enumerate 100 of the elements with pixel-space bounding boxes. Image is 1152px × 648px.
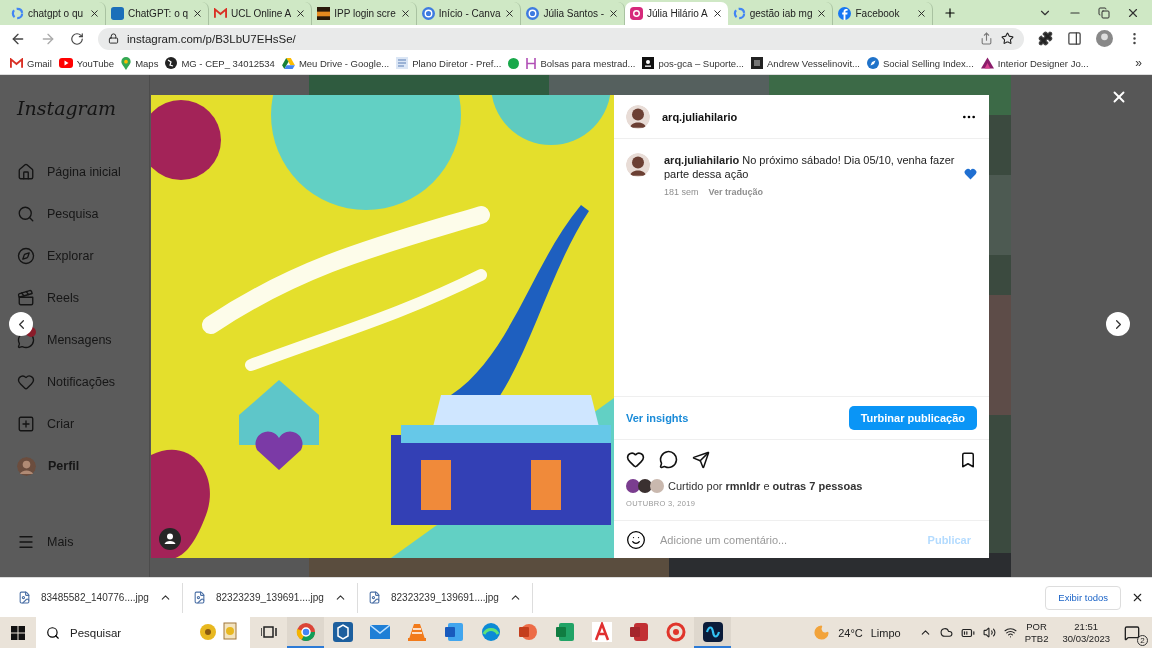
clock-time[interactable]: 21:51 — [1074, 620, 1099, 633]
download-item[interactable]: 82323239_139691....jpg — [358, 582, 533, 613]
restore-icon[interactable] — [1098, 6, 1110, 19]
reload-icon[interactable] — [70, 31, 84, 46]
wifi-icon[interactable] — [1003, 626, 1017, 639]
ring-icon — [732, 7, 746, 20]
ring-icon — [11, 7, 24, 20]
search-icon — [17, 205, 35, 223]
bookmark[interactable]: Meu Drive - Google... — [281, 57, 390, 69]
home-icon — [17, 163, 35, 181]
close-icon[interactable] — [399, 8, 411, 19]
more-bookmarks[interactable]: » — [1135, 56, 1142, 70]
download-item[interactable]: 83485582_140776....jpg — [8, 582, 183, 613]
cloud-icon[interactable] — [939, 626, 953, 639]
notifications-icon[interactable] — [1124, 624, 1140, 641]
close-icon[interactable] — [192, 8, 204, 19]
star-icon[interactable] — [1001, 32, 1014, 45]
play-icon — [58, 58, 73, 68]
file-icon — [193, 591, 206, 604]
file-icon — [368, 591, 381, 604]
share-icon[interactable] — [980, 32, 993, 45]
file-name: 82323239_139691....jpg — [391, 592, 499, 603]
close-icon[interactable] — [504, 8, 516, 19]
square-icon — [751, 57, 763, 69]
bookmark[interactable]: Plano Diretor - Pref... — [396, 57, 502, 69]
compass-icon — [866, 57, 879, 69]
browser-tab[interactable]: gestão iab mg — [727, 2, 834, 25]
camera-icon — [630, 7, 644, 20]
new-tab-icon[interactable] — [943, 6, 958, 20]
close-icon[interactable] — [816, 8, 828, 19]
bars-icon — [526, 57, 537, 69]
close-icon[interactable] — [295, 8, 307, 19]
circle-icon — [838, 7, 852, 20]
lock-icon — [108, 33, 119, 44]
bookmark[interactable]: Interior Designer Jo... — [980, 57, 1089, 69]
tile-icon — [317, 7, 331, 20]
slides-icon[interactable] — [517, 621, 538, 642]
document-icon[interactable] — [443, 621, 464, 642]
plus-square-icon — [17, 415, 35, 433]
bookmark[interactable]: Bolsas para mestrad... — [526, 57, 636, 69]
browser-tab[interactable]: Júlia Santos - — [521, 2, 626, 25]
circle-icon — [508, 57, 520, 69]
notification-count: 2 — [1137, 634, 1148, 646]
keyboard-layout[interactable]: PTB2 — [1024, 632, 1049, 645]
browser-tab[interactable]: chatgpt o qu — [6, 2, 106, 25]
mail-icon — [214, 8, 228, 19]
close-icon[interactable] — [89, 8, 100, 19]
close-icon[interactable] — [608, 8, 620, 19]
next-button[interactable] — [1106, 312, 1130, 336]
browser-tab[interactable]: ChatGPT: o q — [106, 2, 210, 25]
menu-icon — [17, 533, 35, 551]
envelope-icon[interactable] — [369, 621, 390, 642]
bookmark[interactable]: Gmail — [10, 57, 52, 69]
browser-tab[interactable]: IPP login scre — [312, 2, 417, 25]
pin-icon — [121, 56, 132, 70]
close-icon[interactable] — [916, 8, 928, 19]
browser-tab[interactable]: UCL Online A — [209, 2, 313, 25]
temperature: 24°C — [838, 626, 863, 639]
close-icon[interactable] — [711, 8, 723, 19]
show-all-button[interactable]: Exibir todos — [1045, 585, 1121, 610]
browser-tab[interactable]: Facebook — [833, 2, 934, 25]
id-card-icon — [642, 57, 655, 69]
triangle-icon[interactable] — [591, 621, 612, 642]
clapperboard-icon — [17, 289, 35, 307]
search-icon — [46, 625, 60, 640]
bookmark[interactable]: YouTube — [58, 57, 115, 69]
address-bar[interactable]: instagram.com/p/B3LbU7EHsSe/ — [98, 27, 1024, 50]
taskbar-search[interactable]: Pesquisar — [36, 617, 250, 648]
wave-icon[interactable] — [480, 621, 501, 642]
bookmark[interactable]: Maps — [121, 56, 159, 70]
user-tag-icon[interactable] — [159, 528, 181, 550]
loop-icon[interactable] — [702, 621, 723, 642]
bookmark[interactable]: Andrew Vesselinovit... — [751, 57, 860, 69]
language[interactable]: POR — [1026, 620, 1047, 633]
document-icon — [396, 57, 409, 69]
disc-icon[interactable] — [665, 621, 686, 642]
clock-date[interactable]: 30/03/2023 — [1062, 632, 1110, 645]
browser-tab[interactable]: Início - Canva — [416, 2, 522, 25]
weather-condition: Limpo — [870, 626, 901, 639]
moon-icon — [813, 624, 831, 641]
sheet-icon[interactable] — [554, 621, 575, 642]
file-name: 82323239_139691....jpg — [216, 592, 324, 603]
speaker-icon[interactable] — [982, 626, 996, 639]
url-text: instagram.com/p/B3LbU7EHsSe/ — [127, 32, 297, 45]
bookmark[interactable]: MG - CEP_ 34012534 — [165, 57, 275, 69]
circle-icon — [421, 7, 435, 20]
task-view-icon[interactable] — [260, 624, 277, 639]
browser-icon[interactable] — [295, 621, 316, 642]
side-panel-icon[interactable] — [1067, 31, 1082, 46]
browser-tab[interactable]: Júlia Hilário A — [625, 2, 728, 25]
close-icon — [1131, 591, 1144, 604]
bookmark[interactable]: Social Selling Index... — [866, 57, 974, 69]
cube-icon[interactable] — [332, 621, 353, 642]
windows-icon[interactable] — [11, 625, 25, 640]
avatar — [17, 456, 36, 476]
download-item[interactable]: 82323239_139691....jpg — [183, 582, 358, 613]
database-icon[interactable] — [628, 621, 649, 642]
puzzle-icon[interactable] — [1038, 31, 1053, 46]
triangle-icon — [980, 57, 994, 69]
bookmark[interactable]: pos-gca – Suporte... — [642, 57, 744, 69]
